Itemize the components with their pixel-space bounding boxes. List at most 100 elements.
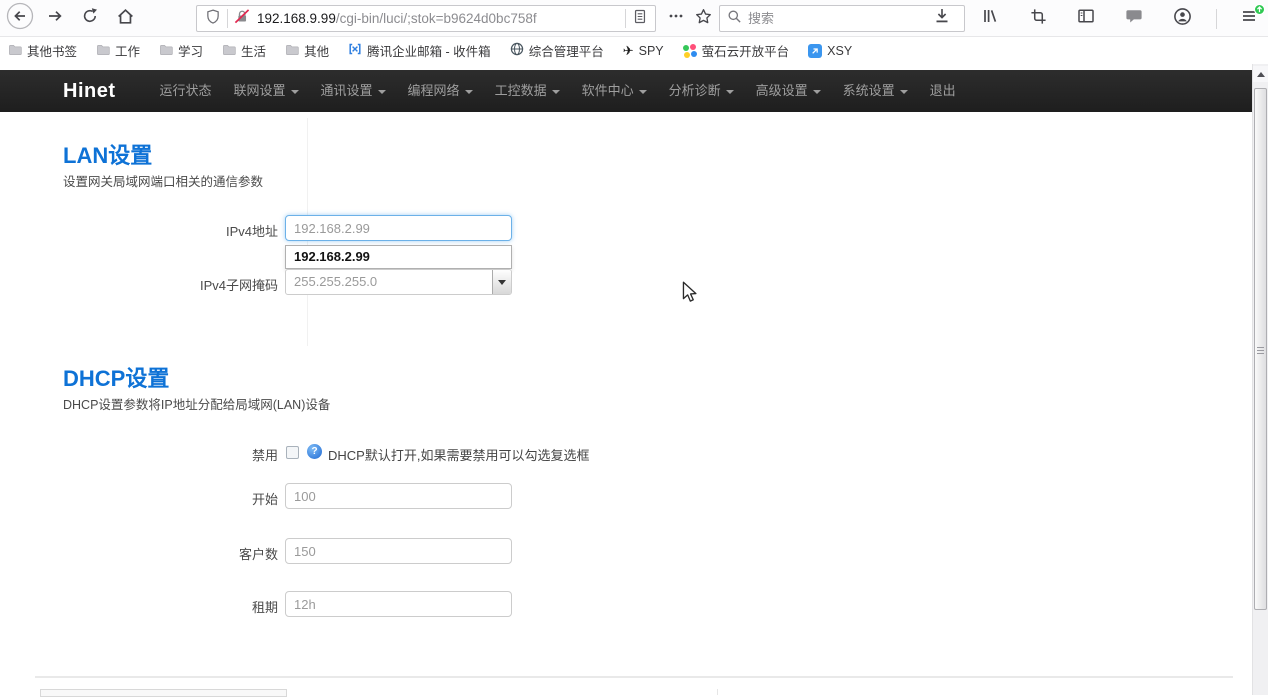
nav-item-advanced-settings[interactable]: 高级设置 — [745, 70, 832, 112]
dhcp-disable-checkbox[interactable] — [286, 446, 299, 459]
arrow-box-icon — [808, 44, 822, 58]
folder-icon — [96, 43, 110, 59]
nav-item-label: 编程网络 — [408, 83, 460, 98]
bookmark-xsy[interactable]: XSY — [808, 44, 852, 58]
partial-bottom-panel — [40, 689, 287, 697]
netmask-select[interactable]: 255.255.255.0 — [285, 269, 512, 295]
caret-down-icon — [291, 90, 299, 94]
page-actions-button[interactable] — [663, 5, 689, 32]
url-text[interactable]: 192.168.9.99/cgi-bin/luci/;stok=b9624d0b… — [257, 11, 619, 26]
sidebar-icon — [1077, 7, 1095, 30]
tracking-shield-icon[interactable] — [205, 8, 221, 30]
scrollbar-thumb[interactable] — [1254, 88, 1267, 610]
reload-icon — [81, 7, 99, 30]
downloads-button[interactable] — [928, 5, 956, 33]
partial-bottom-divider — [717, 689, 718, 695]
speech-bubble-icon — [1125, 7, 1143, 30]
reader-mode-icon[interactable] — [632, 8, 648, 30]
folder-icon — [285, 43, 299, 59]
star-icon — [695, 8, 712, 30]
caret-down-icon — [378, 90, 386, 94]
dhcp-section-title: DHCP设置 — [63, 361, 169, 393]
back-icon — [6, 2, 34, 35]
bookmark-management-platform[interactable]: 综合管理平台 — [510, 41, 604, 60]
nav-item-network-settings[interactable]: 联网设置 — [223, 70, 310, 112]
tencent-mail-icon — [348, 42, 362, 59]
nav-item-label: 通讯设置 — [321, 83, 373, 98]
reload-button[interactable] — [76, 5, 104, 33]
dhcp-section-subtitle: DHCP设置参数将IP地址分配给局域网(LAN)设备 — [63, 394, 330, 413]
bookmark-label: 学习 — [178, 41, 203, 60]
ezviz-icon — [683, 44, 697, 58]
url-bar[interactable]: 192.168.9.99/cgi-bin/luci/;stok=b9624d0b… — [196, 5, 656, 32]
ipv4-netmask-label: IPv4子网掩码 — [58, 275, 278, 294]
bookmark-folder-work[interactable]: 工作 — [96, 41, 140, 60]
bookmark-folder-misc[interactable]: 其他 — [285, 41, 329, 60]
bookmark-folder-life[interactable]: 生活 — [222, 41, 266, 60]
search-icon — [727, 9, 742, 29]
nav-item-label: 工控数据 — [495, 83, 547, 98]
library-icon — [981, 7, 999, 30]
dhcp-clients-input[interactable] — [285, 538, 512, 564]
messages-button[interactable] — [1120, 5, 1148, 33]
ipv4-autocomplete-suggestion[interactable]: 192.168.2.99 — [285, 245, 512, 269]
nav-item-system-settings[interactable]: 系统设置 — [832, 70, 919, 112]
bookmark-label: 工作 — [115, 41, 140, 60]
bookmark-star-button[interactable] — [690, 5, 716, 32]
menu-button[interactable] — [1237, 7, 1261, 31]
nav-item-industrial-data[interactable]: 工控数据 — [484, 70, 571, 112]
caret-down-icon — [726, 90, 734, 94]
dhcp-disable-label: 禁用 — [58, 445, 278, 464]
home-icon — [116, 7, 135, 31]
url-host: 192.168.9.99 — [257, 11, 336, 26]
dhcp-clients-label: 客户数 — [58, 544, 278, 563]
insecure-lock-icon[interactable] — [234, 8, 250, 30]
back-button[interactable] — [6, 5, 34, 33]
netmask-dropdown-button[interactable] — [492, 270, 511, 294]
nav-item-logout[interactable]: 退出 — [919, 70, 967, 112]
nav-item-analysis-diagnosis[interactable]: 分析诊断 — [658, 70, 745, 112]
bookmark-label: XSY — [827, 44, 852, 58]
scrollbar-up-button[interactable] — [1253, 66, 1268, 82]
caret-down-icon — [498, 280, 506, 285]
ipv4-address-input[interactable] — [285, 215, 512, 241]
nav-item-label: 软件中心 — [582, 83, 634, 98]
nav-item-label: 退出 — [930, 83, 956, 98]
forward-button[interactable] — [41, 5, 69, 33]
bookmark-folder-study[interactable]: 学习 — [159, 41, 203, 60]
nav-item-programming-network[interactable]: 编程网络 — [397, 70, 484, 112]
nav-item-label: 联网设置 — [234, 83, 286, 98]
crop-icon — [1030, 8, 1047, 30]
bookmark-spy[interactable]: ✈ SPY — [623, 44, 664, 58]
lan-section-subtitle: 设置网关局域网端口相关的通信参数 — [63, 171, 263, 190]
url-bar-separator — [625, 9, 626, 28]
dhcp-start-input[interactable] — [285, 483, 512, 509]
folder-icon — [159, 43, 173, 59]
site-navbar: Hinet 运行状态 联网设置 通讯设置 编程网络 工控数据 软件中心 分析诊断… — [0, 70, 1252, 112]
nav-item-label: 运行状态 — [160, 83, 212, 98]
bookmark-tencent-exmail[interactable]: 腾讯企业邮箱 - 收件箱 — [348, 41, 491, 60]
nav-item-software-center[interactable]: 软件中心 — [571, 70, 658, 112]
bookmark-folder-other-bookmarks[interactable]: 其他书签 — [8, 41, 77, 60]
help-icon[interactable]: ? — [307, 444, 322, 459]
person-icon — [1173, 7, 1192, 31]
home-button[interactable] — [111, 5, 139, 33]
account-button[interactable] — [1168, 5, 1196, 33]
ellipsis-icon — [668, 8, 684, 29]
toolbar-separator — [1216, 9, 1217, 29]
dhcp-lease-input[interactable] — [285, 591, 512, 617]
nav-item-status[interactable]: 运行状态 — [149, 70, 223, 112]
screenshot-button[interactable] — [1024, 5, 1052, 33]
sidebar-toggle-button[interactable] — [1072, 5, 1100, 33]
scrollbar-grip-icon — [1257, 347, 1264, 356]
nav-item-comm-settings[interactable]: 通讯设置 — [310, 70, 397, 112]
page-scrollbar[interactable] — [1252, 64, 1268, 695]
library-button[interactable] — [976, 5, 1004, 33]
bookmark-ezviz-platform[interactable]: 萤石云开放平台 — [683, 41, 790, 60]
bookmark-label: 其他 — [304, 41, 329, 60]
nav-item-label: 分析诊断 — [669, 83, 721, 98]
url-bar-separator — [227, 9, 228, 28]
caret-down-icon — [465, 90, 473, 94]
browser-toolbar: 192.168.9.99/cgi-bin/luci/;stok=b9624d0b… — [0, 0, 1268, 37]
caret-down-icon — [900, 90, 908, 94]
